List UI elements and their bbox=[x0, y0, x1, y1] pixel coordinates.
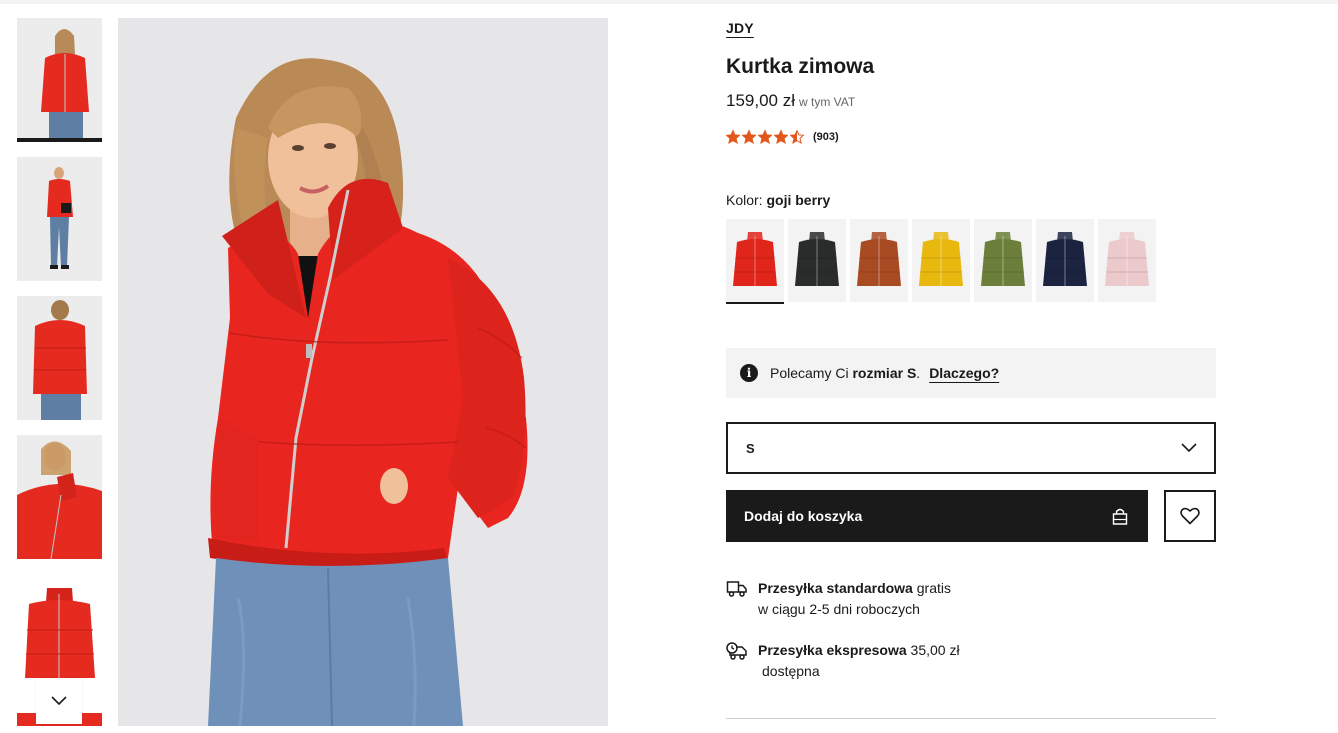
divider bbox=[726, 718, 1216, 719]
top-border bbox=[0, 0, 1338, 4]
color-swatch-yellow[interactable] bbox=[912, 219, 970, 302]
thumbnail-gallery bbox=[17, 18, 102, 726]
jacket-thumbnail bbox=[733, 231, 777, 286]
size-select[interactable]: S bbox=[726, 422, 1216, 474]
shipping-express-title: Przesyłka ekspresowa bbox=[758, 642, 907, 658]
color-swatch-brown[interactable] bbox=[850, 219, 908, 302]
size-recommendation: i Polecamy Ci rozmiar S. Dlaczego? bbox=[726, 348, 1216, 398]
why-link[interactable]: Dlaczego? bbox=[929, 365, 999, 381]
color-label-prefix: Kolor: bbox=[726, 192, 763, 208]
shipping-standard-sub: w ciągu 2-5 dni roboczych bbox=[758, 601, 920, 617]
thumbnail-3[interactable] bbox=[17, 296, 102, 420]
chevron-down-icon bbox=[1181, 443, 1197, 453]
jacket-thumbnail bbox=[1105, 231, 1149, 286]
jacket-thumbnail bbox=[919, 231, 963, 286]
reco-suffix: . bbox=[916, 365, 921, 381]
heart-icon bbox=[1180, 507, 1200, 525]
color-swatch-pink[interactable] bbox=[1098, 219, 1156, 302]
color-swatches bbox=[726, 219, 1156, 304]
thumbnail-4[interactable] bbox=[17, 435, 102, 559]
jacket-thumbnail bbox=[857, 231, 901, 286]
price-row: 159,00 zł w tym VAT bbox=[726, 91, 855, 111]
add-to-cart-button[interactable]: Dodaj do koszyka bbox=[726, 490, 1148, 542]
jacket-thumbnail bbox=[1043, 231, 1087, 286]
reco-prefix: Polecamy Ci bbox=[770, 365, 849, 381]
shipping-express: Przesyłka ekspresowa 35,00 zł dostępna bbox=[726, 640, 960, 682]
brand-link[interactable]: JDY bbox=[726, 20, 754, 36]
express-truck-icon bbox=[726, 642, 747, 660]
bag-icon bbox=[1112, 508, 1128, 525]
main-product-image[interactable] bbox=[118, 18, 608, 726]
star-icon bbox=[774, 130, 788, 144]
star-icon bbox=[726, 130, 740, 144]
shipping-express-extra: 35,00 zł bbox=[910, 642, 960, 658]
chevron-down-icon bbox=[51, 696, 67, 706]
thumbnail-scroll-down-button[interactable] bbox=[36, 678, 82, 724]
vat-note: w tym VAT bbox=[799, 95, 856, 109]
selected-color-name: goji berry bbox=[766, 192, 831, 208]
star-rating bbox=[726, 130, 804, 144]
reco-size: rozmiar S bbox=[852, 365, 917, 381]
review-count: (903) bbox=[813, 131, 839, 143]
thumbnail-2[interactable] bbox=[17, 157, 102, 281]
color-swatch-red[interactable] bbox=[726, 219, 784, 304]
add-to-cart-label: Dodaj do koszyka bbox=[744, 508, 863, 524]
shipping-standard-title: Przesyłka standardowa bbox=[758, 580, 913, 596]
shipping-standard: Przesyłka standardowa gratis w ciągu 2-5… bbox=[726, 578, 951, 620]
product-price: 159,00 zł bbox=[726, 91, 795, 110]
thumbnail-1[interactable] bbox=[17, 18, 102, 142]
star-icon bbox=[790, 130, 804, 144]
color-label: Kolor: goji berry bbox=[726, 192, 830, 208]
color-swatch-black[interactable] bbox=[788, 219, 846, 302]
color-swatch-olive[interactable] bbox=[974, 219, 1032, 302]
jacket-thumbnail bbox=[981, 231, 1025, 286]
color-swatch-navy[interactable] bbox=[1036, 219, 1094, 302]
recommendation-text: Polecamy Ci rozmiar S. bbox=[770, 365, 920, 381]
star-icon bbox=[742, 130, 756, 144]
star-icon bbox=[758, 130, 772, 144]
jacket-thumbnail bbox=[795, 231, 839, 286]
info-icon: i bbox=[740, 364, 758, 382]
rating[interactable]: (903) bbox=[726, 130, 839, 144]
wishlist-button[interactable] bbox=[1164, 490, 1216, 542]
size-select-value: S bbox=[746, 440, 755, 456]
product-title: Kurtka zimowa bbox=[726, 55, 875, 78]
shipping-standard-extra: gratis bbox=[916, 580, 951, 596]
shipping-express-sub: dostępna bbox=[762, 663, 820, 679]
truck-icon bbox=[726, 581, 747, 597]
